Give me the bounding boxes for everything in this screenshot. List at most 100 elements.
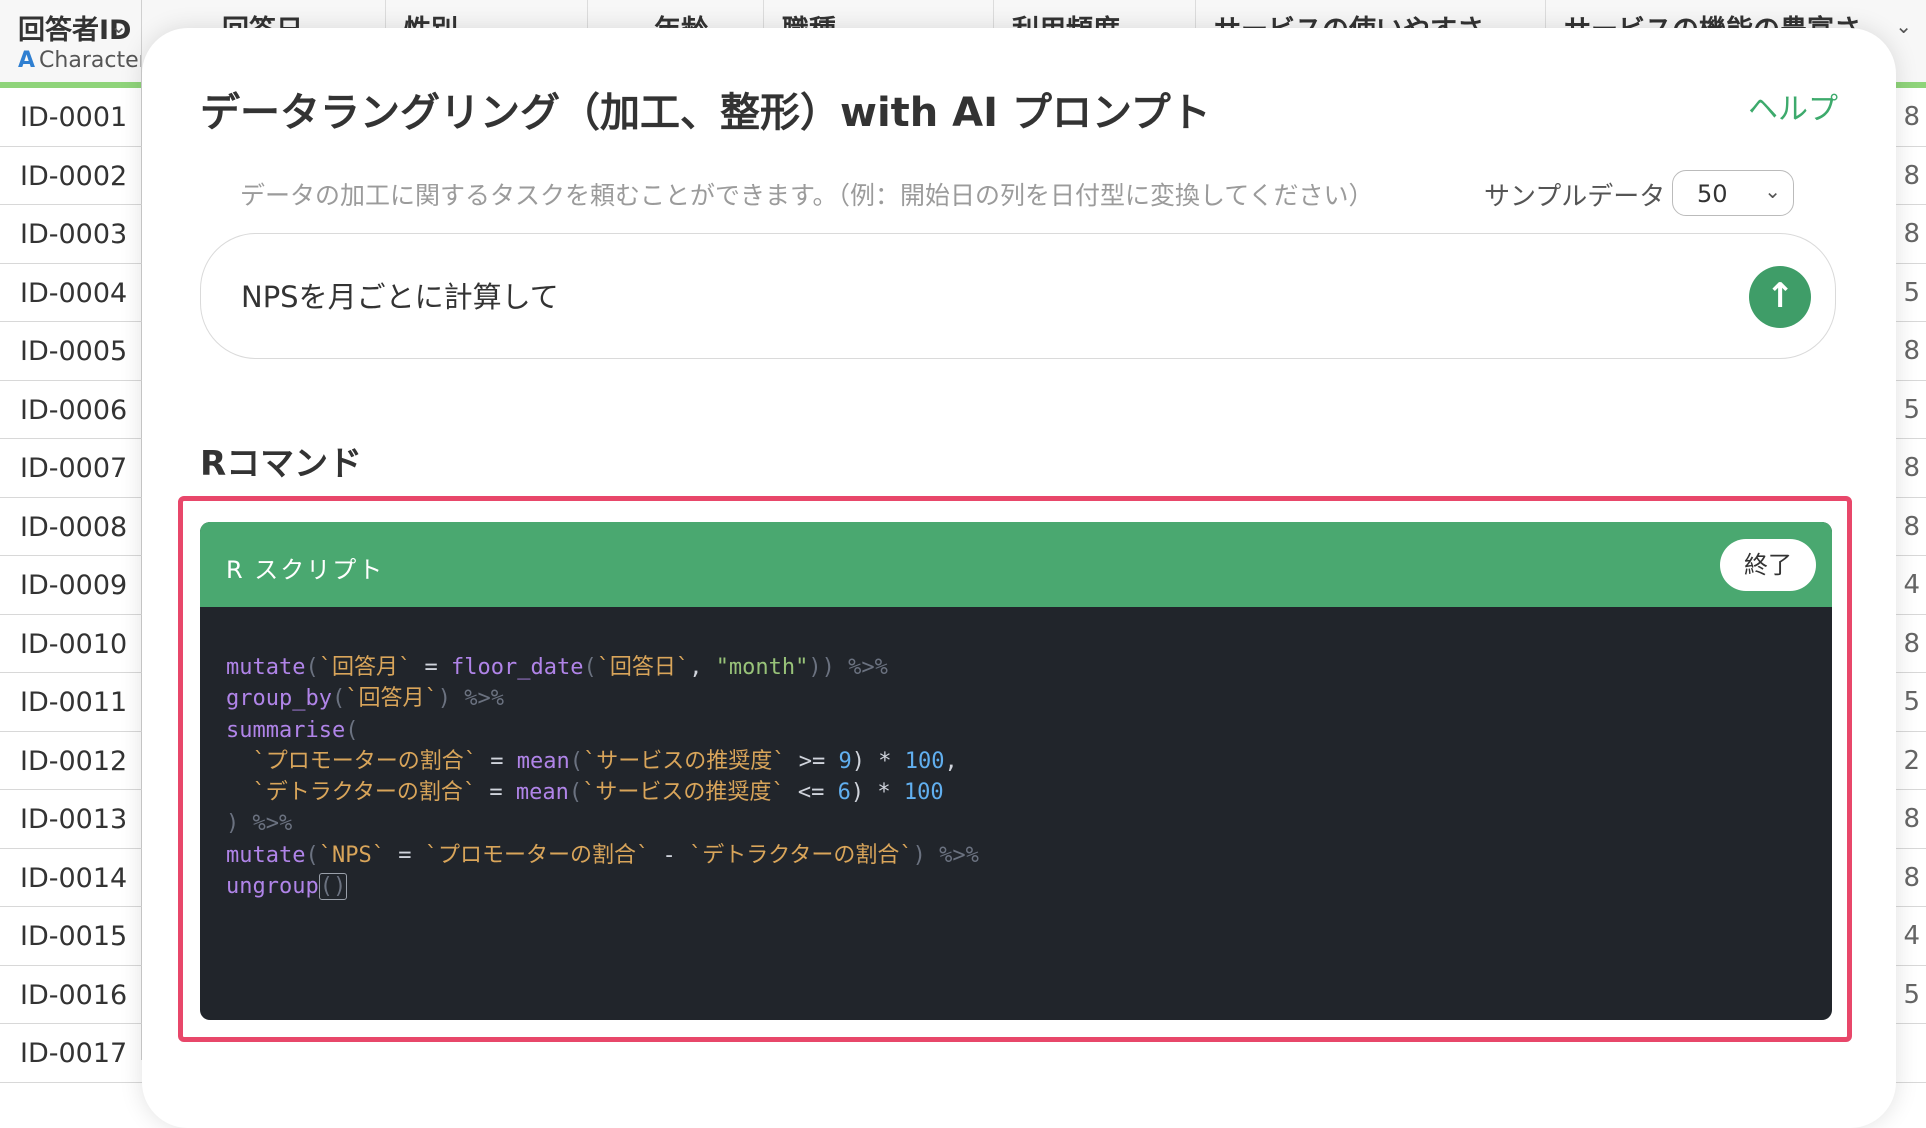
edge-value-cell[interactable]: 8 <box>1903 161 1920 191</box>
row-id-cell[interactable]: ID-0008 <box>20 512 127 543</box>
code-token: "month" <box>715 655 809 680</box>
row-id-cell[interactable]: ID-0012 <box>20 746 127 777</box>
code-token: 100 <box>904 748 945 774</box>
code-token: = <box>476 780 516 806</box>
edge-value-cell[interactable]: 8 <box>1903 512 1920 542</box>
row-id-cell[interactable]: ID-0016 <box>20 980 127 1011</box>
edge-value-cell[interactable]: 8 <box>1903 102 1920 132</box>
code-token: `回答日` <box>596 655 690 680</box>
prompt-hint: データの加工に関するタスクを頼むことができます。（例：開始日の列を日付型に変換し… <box>240 181 1374 210</box>
code-token: `回答月` <box>345 686 438 712</box>
sample-data-value: 50 <box>1697 180 1728 208</box>
code-cursor: () <box>318 873 348 901</box>
code-token: %>% <box>464 686 504 712</box>
code-token: , <box>689 655 716 680</box>
character-type-icon: A <box>18 48 36 73</box>
dialog-title: データラングリング（加工、整形）with AI プロンプト <box>200 90 1211 136</box>
row-id-cell[interactable]: ID-0003 <box>20 219 127 250</box>
code-token: mean <box>515 780 569 806</box>
edge-value-cell[interactable]: 4 <box>1903 570 1920 600</box>
code-token: ( <box>305 655 319 680</box>
edge-value-cell[interactable]: 5 <box>1903 980 1920 1010</box>
row-id-cell[interactable]: ID-0007 <box>20 453 127 484</box>
edge-value-cell[interactable]: 2 <box>1903 746 1920 776</box>
code-token: `サービスの推奨度` <box>582 748 786 774</box>
code-token: ( <box>583 655 597 680</box>
code-token: = <box>411 655 451 680</box>
code-token: mean <box>516 748 570 774</box>
edge-value-cell[interactable]: 5 <box>1903 278 1920 308</box>
code-token: 6 <box>837 780 851 806</box>
code-token: group_by <box>226 686 332 712</box>
arrow-up-icon: ↑ <box>1765 276 1795 316</box>
r-script-header: R スクリプト 終了 <box>200 522 1832 607</box>
code-token: `デトラクターの割合` <box>688 842 913 868</box>
row-id-cell[interactable]: ID-0009 <box>20 570 127 601</box>
code-token: <= <box>784 780 838 806</box>
code-token: %>% <box>848 655 888 680</box>
edge-value-cell[interactable]: 8 <box>1903 219 1920 249</box>
code-token: = <box>384 842 425 868</box>
help-link[interactable]: ヘルプ <box>1748 84 1838 128</box>
code-token: , <box>944 748 958 774</box>
row-id-cell[interactable]: ID-0010 <box>20 629 127 660</box>
column-header-respondent-id[interactable]: 回答者ID ⌄ A Character <box>0 0 142 82</box>
code-token: ) * <box>850 780 904 806</box>
code-token: `プロモーターの割合` <box>252 748 478 774</box>
code-token: %>% <box>939 842 979 868</box>
ai-prompt-dialog: データラングリング（加工、整形）with AI プロンプト ヘルプ データの加工… <box>142 28 1896 1128</box>
code-token: 9 <box>838 748 852 774</box>
code-token: ) * <box>851 748 905 774</box>
code-token: ) <box>437 686 465 712</box>
row-id-cell[interactable]: ID-0011 <box>20 687 127 718</box>
code-token: ( <box>305 842 319 868</box>
column-type: A Character <box>18 48 142 73</box>
code-token: %>% <box>252 811 293 837</box>
row-id-cell[interactable]: ID-0015 <box>20 921 127 952</box>
code-token: ) <box>912 842 940 868</box>
code-token: - <box>649 842 689 868</box>
code-token: ( <box>569 748 583 774</box>
chevron-down-icon: ⌄ <box>1764 179 1781 203</box>
edge-value-cell[interactable]: 4 <box>1903 921 1920 951</box>
r-script-title: R スクリプト <box>226 556 385 584</box>
row-id-cell[interactable]: ID-0005 <box>20 336 127 367</box>
code-token: = <box>477 748 517 774</box>
code-token: `プロモーターの割合` <box>424 842 650 868</box>
row-id-cell[interactable]: ID-0013 <box>20 804 127 835</box>
edge-value-cell[interactable]: 8 <box>1903 453 1920 483</box>
row-id-cell[interactable]: ID-0017 <box>20 1038 127 1069</box>
code-token: ( <box>331 686 346 712</box>
edge-value-cell[interactable]: 8 <box>1903 629 1920 659</box>
code-token: `NPS` <box>318 842 385 868</box>
r-code-editor[interactable]: mutate(`回答月` = floor_date(`回答日`, "month"… <box>226 652 979 902</box>
send-button[interactable]: ↑ <box>1749 266 1811 328</box>
close-button[interactable]: 終了 <box>1720 539 1816 591</box>
row-id-cell[interactable]: ID-0001 <box>20 102 127 133</box>
prompt-input[interactable]: NPSを月ごとに計算して ↑ <box>200 233 1836 359</box>
row-id-cell[interactable]: ID-0004 <box>20 278 127 309</box>
edge-value-cell[interactable]: 5 <box>1903 395 1920 425</box>
edge-value-cell[interactable]: 8 <box>1903 336 1920 366</box>
code-token: 100 <box>903 780 944 806</box>
code-token: floor_date <box>450 655 584 680</box>
code-token: )) <box>808 655 849 680</box>
column-type-label: Character <box>39 48 142 73</box>
chevron-down-icon[interactable]: ⌄ <box>110 14 127 38</box>
code-token: summarise <box>226 717 346 743</box>
chevron-down-icon[interactable]: ⌄ <box>1895 14 1912 38</box>
edge-value-cell[interactable]: 8 <box>1903 863 1920 893</box>
row-id-cell[interactable]: ID-0002 <box>20 161 127 192</box>
code-token: mutate <box>226 842 306 868</box>
edge-value-cell[interactable]: 5 <box>1903 687 1920 717</box>
code-token: ( <box>568 780 583 806</box>
row-id-cell[interactable]: ID-0006 <box>20 395 127 426</box>
code-token: ( <box>345 717 359 743</box>
sample-data-select[interactable]: 50 ⌄ <box>1672 170 1794 216</box>
code-token: `サービスの推奨度` <box>582 780 785 806</box>
code-token: mutate <box>226 655 306 680</box>
row-id-cell[interactable]: ID-0014 <box>20 863 127 894</box>
edge-value-cell[interactable]: 8 <box>1903 804 1920 834</box>
